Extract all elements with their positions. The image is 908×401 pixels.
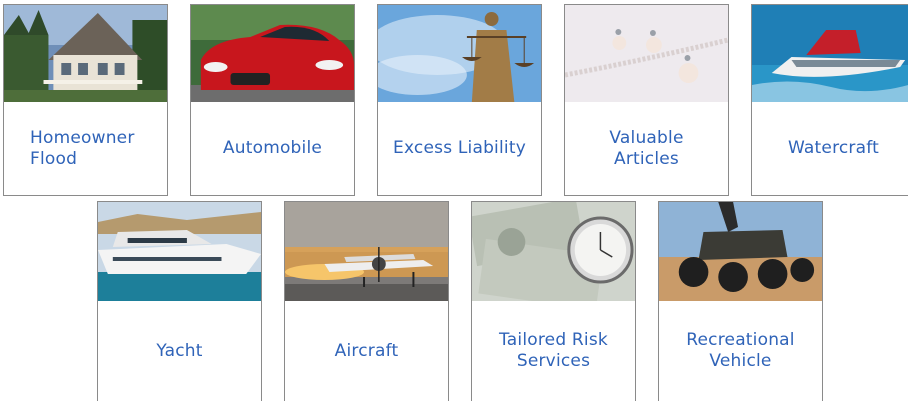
card-excess-liability[interactable]: Excess Liability [377, 4, 542, 196]
card-label: Aircraft [334, 340, 399, 361]
card-automobile[interactable]: Automobile [190, 4, 355, 196]
money-pocketwatch-photo [472, 202, 635, 301]
card-label: Tailored Risk Services [499, 330, 608, 371]
card-valuable-articles[interactable]: Valuable Articles [564, 4, 729, 196]
card-homeowner-flood[interactable]: Homeowner Flood [3, 4, 168, 196]
justice-statue-photo [378, 5, 541, 102]
card-label: Excess Liability [393, 138, 526, 158]
red-car-photo [191, 5, 354, 102]
pearl-jewelry-photo [565, 5, 728, 102]
atv-photo [659, 202, 822, 301]
airplane-photo [285, 202, 448, 301]
card-recreational-vehicle[interactable]: Recreational Vehicle [658, 201, 823, 401]
card-label: Valuable Articles [609, 127, 684, 169]
card-tailored-risk-services[interactable]: Tailored Risk Services [471, 201, 636, 401]
card-yacht[interactable]: Yacht [97, 201, 262, 401]
card-label: Automobile [222, 138, 323, 158]
card-label: Homeowner Flood [30, 127, 135, 169]
card-label: Yacht [156, 340, 203, 361]
card-label: Watercraft [788, 138, 879, 158]
house-photo [4, 5, 167, 102]
jet-ski-photo [752, 5, 908, 102]
card-watercraft[interactable]: Watercraft [751, 4, 908, 196]
yacht-photo [98, 202, 261, 301]
card-label: Recreational Vehicle [686, 330, 795, 371]
card-aircraft[interactable]: Aircraft [284, 201, 449, 401]
